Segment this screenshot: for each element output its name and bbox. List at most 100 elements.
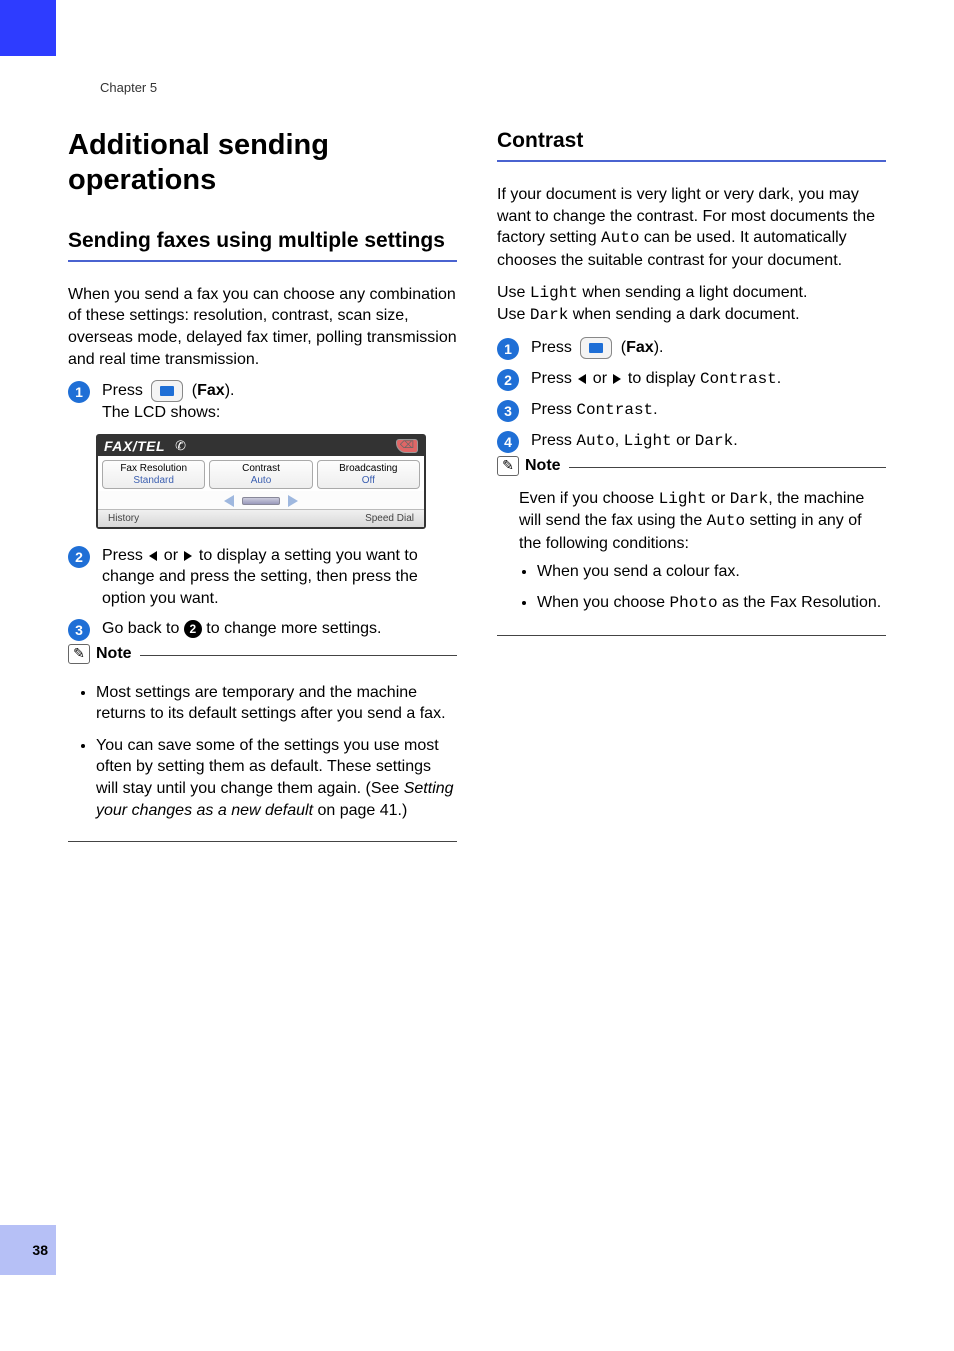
section-heading-sending: Sending faxes using multiple settings <box>68 228 457 262</box>
rs4-a: Press <box>531 432 576 449</box>
lcd-tab-fax-resolution: Fax Resolution Standard <box>102 460 205 489</box>
rnote-li1: When you send a colour fax. <box>537 561 886 583</box>
rs3-a: Press <box>531 401 576 418</box>
lcd-arrow-right-icon <box>288 495 298 507</box>
r-step-4: 4 Press Auto, Light or Dark. <box>497 430 886 453</box>
rnote-li2-a: When you choose <box>537 594 670 611</box>
step1-text-b: ). <box>225 382 235 399</box>
rs1-fax: Fax <box>626 339 654 356</box>
triangle-left-icon <box>149 551 157 561</box>
rs4-s1: , <box>615 432 624 449</box>
lcd-tab1-label: Fax Resolution <box>103 463 204 474</box>
intro-text: When you send a fax you can choose any c… <box>68 284 457 370</box>
rs2-a: Press <box>531 370 576 387</box>
phone-icon: ✆ <box>175 438 186 454</box>
page-number: 38 <box>32 1242 48 1258</box>
left-column: Additional sending operations Sending fa… <box>68 128 457 842</box>
note-icon: ✎ <box>68 644 90 664</box>
step1-text-a: Press <box>102 382 147 399</box>
step-2: 2 Press or to display a setting you want… <box>68 545 457 610</box>
rs1-b: ). <box>654 339 664 356</box>
note-body-r: Even if you choose Light or Dark, the ma… <box>497 488 886 615</box>
contrast-p3: Use Dark when sending a dark document. <box>497 304 886 327</box>
lcd-title: FAX/TEL <box>104 438 165 454</box>
fax-button-icon <box>580 337 612 359</box>
fax-button-icon <box>151 380 183 402</box>
cp3-b: when sending a dark document. <box>568 306 799 323</box>
step3-b: to change more settings. <box>202 620 382 637</box>
lcd-arrow-left-icon <box>224 495 234 507</box>
lcd-scroll-bar <box>242 497 280 505</box>
rnote-b: or <box>707 490 730 507</box>
r-step-number-4: 4 <box>497 431 519 453</box>
rs2-b: or <box>588 370 611 387</box>
rnote-li2: When you choose Photo as the Fax Resolut… <box>537 592 886 615</box>
cp2-a: Use <box>497 284 530 301</box>
r-step-3: 3 Press Contrast. <box>497 399 886 422</box>
note-icon: ✎ <box>497 456 519 476</box>
rnote-light: Light <box>659 490 707 508</box>
step-number-1: 1 <box>68 381 90 403</box>
rs4-b: . <box>733 432 737 449</box>
rs4-v1: Auto <box>576 432 614 450</box>
lcd-tabs: Fax Resolution Standard Contrast Auto Br… <box>98 456 424 491</box>
lcd-tab3-value: Off <box>318 475 419 486</box>
step-1: 1 Press (Fax). The LCD shows: <box>68 380 457 424</box>
fax-icon <box>160 386 174 396</box>
note-block-left: ✎ Note Most settings are temporary and t… <box>68 655 457 843</box>
step3-a: Go back to <box>102 620 184 637</box>
note-bullet-1: Most settings are temporary and the mach… <box>96 682 457 725</box>
lcd-speed-dial: Speed Dial <box>365 513 414 524</box>
cp3-dark: Dark <box>530 306 568 324</box>
page-title: Additional sending operations <box>68 128 457 198</box>
note-title-r: Note <box>525 457 561 475</box>
contrast-p1: If your document is very light or very d… <box>497 184 886 271</box>
rs4-v2: Light <box>624 432 672 450</box>
page: Chapter 5 Additional sending operations … <box>0 0 954 1351</box>
step2-b: or <box>159 547 182 564</box>
rnote-li2-b: as the Fax Resolution. <box>718 594 882 611</box>
rnote-li2-v: Photo <box>670 594 718 612</box>
lcd-tab-contrast: Contrast Auto <box>209 460 312 489</box>
chapter-label: Chapter 5 <box>100 80 157 95</box>
step-number-2: 2 <box>68 546 90 568</box>
note-title: Note <box>96 645 132 663</box>
rnote-dark: Dark <box>730 490 768 508</box>
cp1-auto: Auto <box>601 229 639 247</box>
note-b2-b: on page 41.) <box>313 802 407 819</box>
triangle-right-icon <box>613 374 621 384</box>
lcd-tab2-value: Auto <box>210 475 311 486</box>
lcd-bottom-bar: History Speed Dial <box>98 509 424 527</box>
rs4-v3: Dark <box>695 432 733 450</box>
lcd-screenshot: FAX/TEL ✆ ⌫ Fax Resolution Standard Cont… <box>96 434 426 529</box>
lcd-titlebar: FAX/TEL ✆ ⌫ <box>98 436 424 456</box>
lcd-tab2-label: Contrast <box>210 463 311 474</box>
step1-fax-label: Fax <box>197 382 225 399</box>
lcd-scroll <box>98 491 424 509</box>
step2-a: Press <box>102 547 147 564</box>
rs2-v: Contrast <box>700 370 777 388</box>
lcd-history: History <box>108 513 139 524</box>
r-step-number-2: 2 <box>497 369 519 391</box>
page-number-strip: 38 <box>0 1225 56 1275</box>
r-step-number-3: 3 <box>497 400 519 422</box>
rnote-a: Even if you choose <box>519 490 659 507</box>
corner-tab <box>0 0 56 56</box>
note-block-right: ✎ Note Even if you choose Light or Dark,… <box>497 467 886 636</box>
right-column: Contrast If your document is very light … <box>497 128 886 842</box>
cp2-b: when sending a light document. <box>578 284 807 301</box>
lcd-close-icon: ⌫ <box>396 439 418 453</box>
section-heading-contrast: Contrast <box>497 128 886 162</box>
cp3-a: Use <box>497 306 530 323</box>
lcd-tab1-value: Standard <box>103 475 204 486</box>
rs3-b: . <box>653 401 657 418</box>
contrast-p2: Use Light when sending a light document. <box>497 282 886 305</box>
step-ref-2: 2 <box>184 620 202 638</box>
content-columns: Additional sending operations Sending fa… <box>68 128 886 842</box>
rs3-v: Contrast <box>576 401 653 419</box>
step1-sub: The LCD shows: <box>102 402 457 424</box>
note-bullet-2: You can save some of the settings you us… <box>96 735 457 821</box>
r-step-2: 2 Press or to display Contrast. <box>497 368 886 391</box>
r-step-1: 1 Press (Fax). <box>497 337 886 360</box>
cp2-light: Light <box>530 284 578 302</box>
